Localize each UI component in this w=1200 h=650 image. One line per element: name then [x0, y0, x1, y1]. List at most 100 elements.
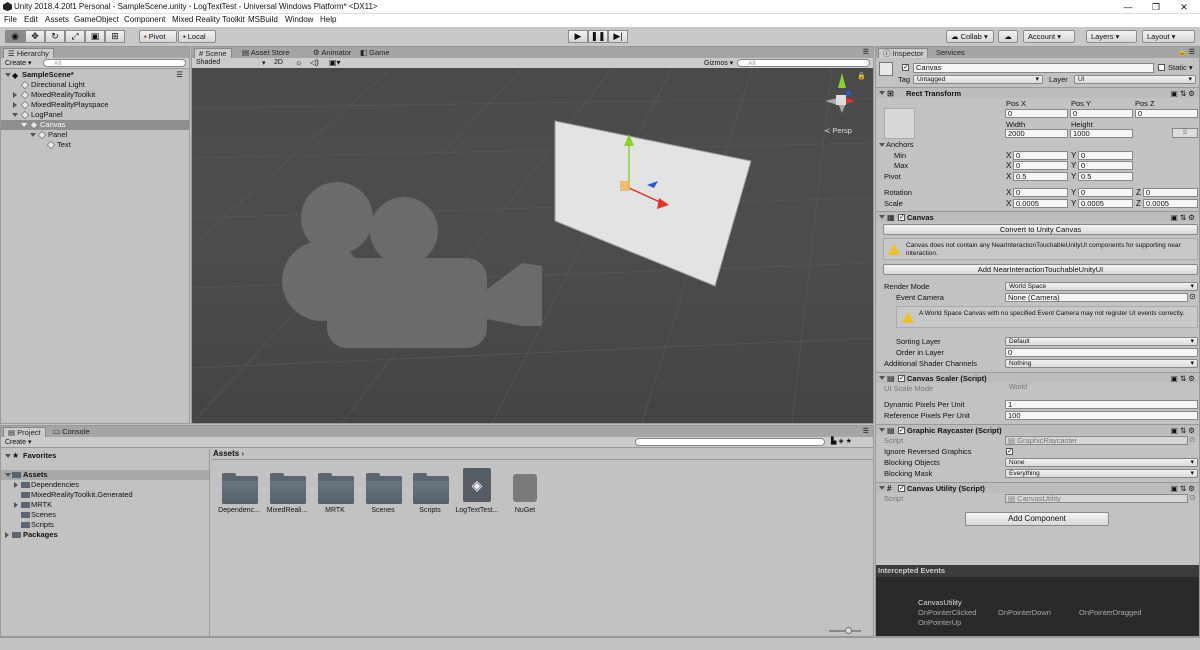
rect-transform-header[interactable]: ⊞ Rect Transform ▣ ⇅ ⚙	[876, 87, 1199, 98]
layers-dropdown[interactable]: Layers ▾	[1086, 30, 1137, 43]
scene-viewport[interactable]: ≺ Persp 🔒	[192, 68, 873, 423]
expand-arrow-icon[interactable]	[14, 482, 18, 488]
tree-item-mrtk[interactable]: MRTK	[1, 500, 209, 510]
component-menu-icons[interactable]: ▣ ⇅ ⚙	[1171, 373, 1195, 384]
expand-arrow-icon[interactable]	[5, 532, 9, 538]
scale-x-input[interactable]: 0.0005	[1013, 199, 1068, 208]
rotation-z-input[interactable]: 0	[1143, 188, 1198, 197]
layout-dropdown[interactable]: Layout ▾	[1142, 30, 1195, 43]
static-checkbox[interactable]	[1158, 64, 1165, 71]
component-enabled-checkbox[interactable]: ✓	[898, 375, 905, 382]
pivot-y-input[interactable]: 0.5	[1078, 172, 1133, 181]
static-dropdown[interactable]: Static ▾	[1168, 63, 1193, 72]
anchor-presets-button[interactable]	[884, 108, 915, 139]
tab-asset-store[interactable]: ▤ Asset Store	[238, 48, 294, 58]
reference-ppu-input[interactable]: 100	[1005, 411, 1198, 420]
rotation-y-input[interactable]: 0	[1078, 188, 1133, 197]
render-mode-dropdown[interactable]: World Space	[1005, 282, 1198, 291]
tab-animator[interactable]: ⚙ Animator	[309, 48, 355, 58]
add-component-button[interactable]: Add Component	[965, 512, 1109, 526]
tab-services[interactable]: Services	[932, 48, 969, 58]
component-enabled-checkbox[interactable]: ✓	[898, 214, 905, 221]
asset-scene-logtexttest[interactable]: ◈ LogTextTest...	[455, 468, 507, 514]
layer-dropdown[interactable]: UI	[1074, 75, 1196, 84]
tree-item-dependencies[interactable]: Dependencies	[1, 480, 209, 490]
expand-arrow-icon[interactable]	[5, 73, 11, 77]
object-name-input[interactable]: Canvas	[913, 63, 1154, 73]
assets-root-row[interactable]: Assets	[1, 470, 209, 480]
step-button[interactable]: ▶|	[608, 30, 628, 43]
menu-mrtk[interactable]: Mixed Reality Toolkit	[172, 15, 245, 24]
menu-gameobject[interactable]: GameObject	[74, 15, 119, 24]
anchor-max-y-input[interactable]: 0	[1078, 161, 1133, 170]
hand-tool-icon[interactable]: ◉	[5, 30, 25, 43]
minimize-button[interactable]: —	[1114, 0, 1142, 14]
audio-toggle-icon[interactable]: ◁)	[310, 58, 319, 67]
play-button[interactable]: ▶	[568, 30, 588, 43]
pause-button[interactable]: ❚❚	[588, 30, 608, 43]
pivot-toggle[interactable]: ▪ Pivot	[139, 30, 177, 43]
convert-to-unity-canvas-button[interactable]: Convert to Unity Canvas	[883, 224, 1198, 235]
asset-folder-dependencies[interactable]: Dependenc...	[218, 471, 269, 517]
shader-channels-dropdown[interactable]: Nothing	[1005, 359, 1198, 368]
effects-dropdown-icon[interactable]: ▣▾	[329, 58, 341, 67]
scene-search-input[interactable]: All	[737, 59, 870, 67]
add-near-interaction-button[interactable]: Add NearInteractionTouchableUnityUI	[883, 264, 1198, 275]
asset-folder-nuget[interactable]: NuGet	[507, 468, 555, 514]
object-picker-icon[interactable]: ⊙	[1189, 292, 1196, 301]
persp-label[interactable]: ≺ Persp	[824, 126, 852, 135]
project-create-dropdown[interactable]: Create ▾	[5, 438, 31, 446]
blocking-mask-dropdown[interactable]: Everything	[1005, 469, 1198, 478]
icon-size-slider[interactable]	[829, 627, 861, 634]
account-dropdown[interactable]: Account ▾	[1023, 30, 1075, 43]
shading-dropdown[interactable]: Shaded ▾	[196, 59, 268, 67]
menu-window[interactable]: Window	[285, 15, 313, 24]
canvas-utility-header[interactable]: # ✓ Canvas Utility (Script) ▣ ⇅ ⚙	[876, 482, 1199, 493]
panel-menu-icon[interactable]: ☰	[863, 48, 869, 56]
blueprint-mode-button[interactable]: ⁞⁞	[1172, 128, 1198, 138]
slider-thumb[interactable]	[845, 627, 852, 634]
order-in-layer-input[interactable]: 0	[1005, 348, 1198, 357]
tab-game[interactable]: ◧ Game	[356, 48, 394, 58]
anchors-row[interactable]: Anchors	[877, 140, 914, 149]
tree-item-scenes[interactable]: Scenes	[1, 510, 209, 520]
2d-toggle[interactable]: 2D	[274, 59, 283, 66]
menu-assets[interactable]: Assets	[45, 15, 69, 24]
tab-scene[interactable]: # Scene	[194, 48, 232, 58]
hierarchy-item-text[interactable]: Text	[1, 140, 189, 150]
hierarchy-create-dropdown[interactable]: Create ▾	[5, 59, 31, 67]
expand-arrow-icon[interactable]	[14, 502, 18, 508]
expand-arrow-icon[interactable]	[5, 473, 11, 477]
tree-item-mrtk-generated[interactable]: MixedRealityToolkit.Generated	[1, 490, 209, 500]
hierarchy-item-canvas[interactable]: Canvas	[1, 120, 189, 130]
tab-project[interactable]: ▤ Project	[3, 427, 46, 437]
transform-tool-icon[interactable]: ⊞	[105, 30, 125, 43]
component-menu-icons[interactable]: ▣ ⇅ ⚙	[1171, 88, 1195, 99]
lighting-toggle-icon[interactable]: ☼	[295, 58, 302, 67]
canvas-plane[interactable]	[554, 120, 752, 287]
asset-folder-mrtk-generated[interactable]: MixedReali...	[267, 471, 317, 517]
scene-menu-icon[interactable]: ☰	[176, 70, 183, 80]
component-enabled-checkbox[interactable]: ✓	[898, 427, 905, 434]
active-checkbox[interactable]: ✓	[902, 64, 909, 71]
ignore-reversed-checkbox[interactable]: ✓	[1006, 448, 1013, 455]
expand-arrow-icon[interactable]	[879, 486, 885, 490]
panel-menu-icon[interactable]: ☰	[863, 427, 869, 435]
tag-dropdown[interactable]: Untagged	[913, 75, 1043, 84]
hierarchy-item-mrtk[interactable]: MixedRealityToolkit	[1, 90, 189, 100]
graphic-raycaster-header[interactable]: ▤ ✓ Graphic Raycaster (Script) ▣ ⇅ ⚙	[876, 424, 1199, 435]
scene-root-row[interactable]: ◆ SampleScene* ☰	[1, 70, 189, 80]
canvas-component-header[interactable]: ▦ ✓ Canvas ▣ ⇅ ⚙	[876, 211, 1199, 222]
move-tool-icon[interactable]: ✥	[25, 30, 45, 43]
component-menu-icons[interactable]: ▣ ⇅ ⚙	[1171, 212, 1195, 223]
filter-icons[interactable]: ▙ ◈ ★	[831, 437, 852, 445]
assets-breadcrumb[interactable]: Assets ›	[213, 449, 244, 458]
blocking-objects-dropdown[interactable]: None	[1005, 458, 1198, 467]
event-camera-field[interactable]: None (Camera)	[1005, 293, 1188, 302]
local-toggle[interactable]: ▪ Local	[178, 30, 216, 43]
tab-console[interactable]: ▭ Console	[49, 427, 94, 437]
menu-msbuild[interactable]: MSBuild	[248, 15, 278, 24]
expand-arrow-icon[interactable]	[879, 376, 885, 380]
expand-arrow-icon[interactable]	[879, 143, 885, 147]
maximize-button[interactable]: ❐	[1142, 0, 1170, 14]
